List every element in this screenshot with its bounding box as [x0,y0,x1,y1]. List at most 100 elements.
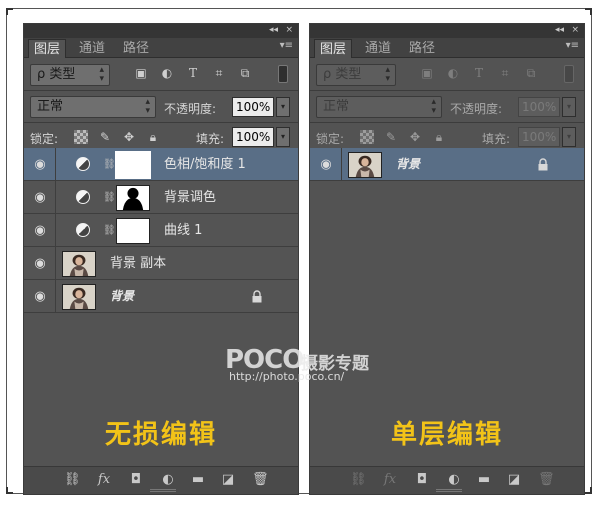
close-panel-icon[interactable]: × [571,25,579,35]
layer-row-background[interactable]: ◉ 背景 [24,280,298,313]
eye-icon[interactable]: ◉ [33,214,47,247]
lock-position-icon[interactable]: ✥ [408,130,422,144]
layer-row-background-tone[interactable]: ◉ ⛓︎ 背景调色 [24,181,298,214]
lock-position-icon[interactable]: ✥ [122,130,136,144]
spin-arrows-icon: ▴ ▾ [145,97,150,116]
spin-arrows-icon: ▴ ▾ [385,65,390,84]
new-layer-icon[interactable]: ◪ [220,472,236,488]
panel-title-bar[interactable]: ◂◂ × [310,24,584,38]
eye-icon[interactable]: ◉ [33,148,47,181]
tab-layers[interactable]: 图层 [314,39,353,58]
close-panel-icon[interactable]: × [285,25,293,35]
photo-thumbnail[interactable] [62,284,96,310]
pixel-filter-icon[interactable]: ▣ [132,64,150,82]
shape-filter-icon[interactable]: ⌗ [496,64,514,82]
type-filter-icon[interactable]: T [184,64,202,82]
new-group-icon[interactable]: ▬ [190,472,206,488]
lock-image-pixels-icon[interactable]: ✎ [98,130,112,144]
layer-style-icon[interactable]: fx [96,472,112,488]
shape-filter-icon[interactable]: ⌗ [210,64,228,82]
panel-menu-icon[interactable]: ▾≡ [566,40,579,51]
filter-toggle-switch[interactable] [278,65,288,83]
panel-title-bar[interactable]: ◂◂ × [24,24,298,38]
lock-all-icon[interactable]: 🔒︎ [432,130,446,144]
smart-object-filter-icon[interactable]: ⧉ [522,64,540,82]
opacity-dropdown-icon[interactable]: ▾ [562,97,576,117]
tab-paths[interactable]: 路径 [404,39,440,58]
blend-mode-select[interactable]: 正常 ▴ ▾ [316,96,442,118]
photo-thumbnail[interactable] [348,152,382,178]
corner-mark-top-left [6,8,13,15]
lock-image-pixels-icon[interactable]: ✎ [384,130,398,144]
add-mask-icon[interactable]: ◘ [128,472,144,488]
filter-row: ρ 类型 ▴ ▾ ▣ ◐ T ⌗ ⧉ [24,60,298,90]
adjustment-filter-icon[interactable]: ◐ [158,64,176,82]
opacity-dropdown-icon[interactable]: ▾ [276,97,290,117]
link-chain-icon[interactable]: ⛓︎ [103,148,116,181]
layer-row-curves[interactable]: ◉ ⛓︎ 曲线 1 [24,214,298,247]
tab-channels[interactable]: 通道 [360,39,396,58]
new-adjustment-layer-icon[interactable]: ◐ [446,472,462,488]
resize-grip[interactable] [150,489,176,492]
divider [310,90,584,91]
layer-name: 背景调色 [164,190,217,205]
layer-row-hue-saturation[interactable]: ◉ ⛓︎ 色相/饱和度 1 [24,148,298,181]
layer-lock-icon [538,158,548,171]
fill-input[interactable]: 100% [232,127,274,147]
lock-transparent-pixels-icon[interactable] [360,130,374,144]
collapse-panel-icon[interactable]: ◂◂ [555,25,564,35]
link-chain-icon[interactable]: ⛓︎ [103,214,116,247]
link-layers-icon[interactable]: ⛓︎ [350,472,367,488]
layer-name: 背景 [396,157,421,171]
eye-icon[interactable]: ◉ [33,280,47,313]
adjustment-filter-icon[interactable]: ◐ [444,64,462,82]
corner-mark-top-right [585,8,592,15]
layer-style-icon[interactable]: fx [382,472,398,488]
fill-input[interactable]: 100% [518,127,560,147]
layer-row-background-copy[interactable]: ◉ 背景 副本 [24,247,298,280]
new-adjustment-layer-icon[interactable]: ◐ [160,472,176,488]
eye-icon[interactable]: ◉ [33,247,47,280]
photo-thumbnail[interactable] [62,251,96,277]
link-layers-icon[interactable]: ⛓︎ [64,472,81,488]
add-mask-icon[interactable]: ◘ [414,472,430,488]
pixel-filter-icon[interactable]: ▣ [418,64,436,82]
fill-dropdown-icon[interactable]: ▾ [276,127,290,147]
tab-paths[interactable]: 路径 [118,39,154,58]
lock-all-icon[interactable]: 🔒︎ [146,130,160,144]
resize-grip[interactable] [436,489,462,492]
layer-row-background[interactable]: ◉ 背景 [310,148,584,181]
corner-mark-bottom-left [6,487,13,494]
fill-dropdown-icon[interactable]: ▾ [562,127,576,147]
eye-icon[interactable]: ◉ [33,181,47,214]
layer-mask-thumbnail[interactable] [115,151,151,179]
link-chain-icon[interactable]: ⛓︎ [103,181,116,214]
blend-mode-select[interactable]: 正常 ▴ ▾ [30,96,156,118]
eye-icon[interactable]: ◉ [319,148,333,181]
caption-non-destructive: 无损编辑 [104,420,217,450]
layer-name: 色相/饱和度 1 [164,157,246,172]
lock-label: 锁定: [30,132,59,146]
caption-single-layer: 单层编辑 [390,420,503,450]
lock-transparent-pixels-icon[interactable] [74,130,88,144]
filter-toggle-switch[interactable] [564,65,574,83]
collapse-panel-icon[interactable]: ◂◂ [269,25,278,35]
silhouette-mask-thumbnail[interactable] [116,185,150,211]
delete-layer-icon[interactable]: 🗑︎ [538,472,555,488]
panel-menu-icon[interactable]: ▾≡ [280,40,293,51]
type-filter-icon[interactable]: T [470,64,488,82]
delete-layer-icon[interactable]: 🗑︎ [252,472,269,488]
fill-label: 填充: [482,132,511,146]
smart-object-filter-icon[interactable]: ⧉ [236,64,254,82]
layer-mask-thumbnail[interactable] [116,218,150,244]
opacity-label: 不透明度: [164,102,217,116]
new-group-icon[interactable]: ▬ [476,472,492,488]
opacity-input[interactable]: 100% [232,97,274,117]
tab-channels[interactable]: 通道 [74,39,110,58]
layer-filter-select[interactable]: ρ 类型 ▴ ▾ [316,64,396,86]
new-layer-icon[interactable]: ◪ [506,472,522,488]
tab-layers[interactable]: 图层 [28,39,67,58]
opacity-input[interactable]: 100% [518,97,560,117]
filter-kind-label: ρ 类型 [323,67,362,82]
layer-filter-select[interactable]: ρ 类型 ▴ ▾ [30,64,110,86]
